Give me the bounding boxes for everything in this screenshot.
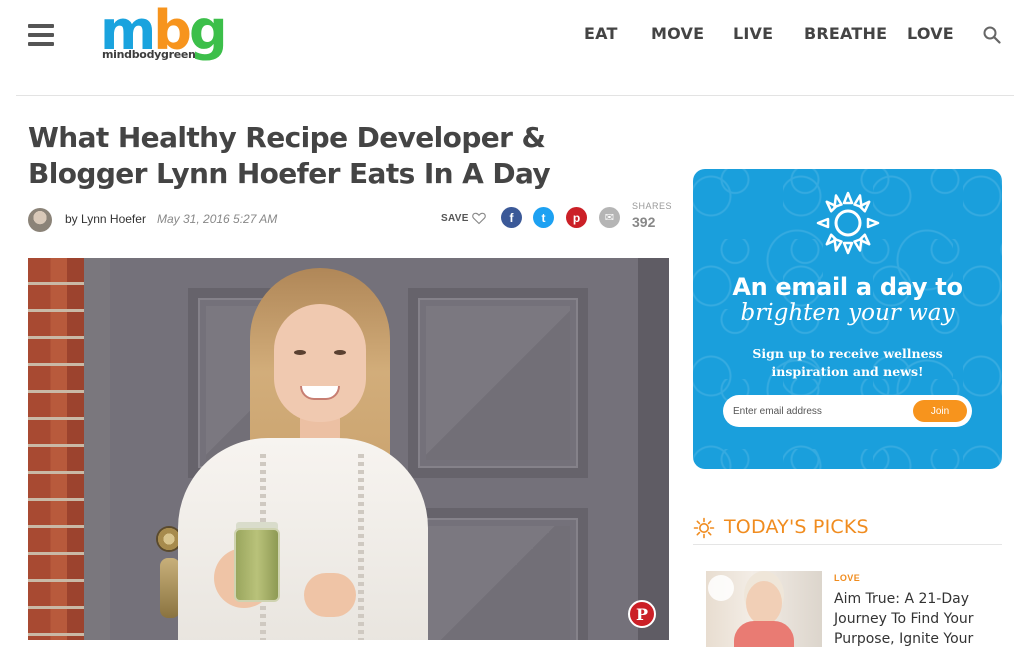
site-header: mbg mindbodygreen EAT MOVE LIVE BREATHE … xyxy=(0,0,1024,96)
article-byline: by Lynn Hoefer May 31, 2016 5:27 AM SAVE… xyxy=(28,201,672,236)
play-icon xyxy=(708,575,734,601)
pinterest-icon: P xyxy=(635,604,649,624)
newsletter-headline: An email a day to xyxy=(732,273,963,301)
search-icon[interactable] xyxy=(983,26,1001,44)
newsletter-copy: Sign up to receive wellness inspiration … xyxy=(752,346,943,379)
twitter-icon: t xyxy=(541,210,546,225)
hamburger-menu-icon[interactable] xyxy=(28,24,54,46)
newsletter-signup-card: An email a day to brighten your way Sign… xyxy=(693,169,1002,469)
todays-picks-title: TODAY'S PICKS xyxy=(724,516,869,538)
thumb-person-body xyxy=(734,621,794,647)
site-logo[interactable]: mbg mindbodygreen xyxy=(100,4,228,64)
header-divider xyxy=(16,95,1014,96)
pick-card[interactable]: LOVE Aim True: A 21-Day Journey To Find … xyxy=(706,571,1002,647)
door-panel xyxy=(408,508,588,640)
email-icon: ✉ xyxy=(604,212,615,224)
sun-outline-icon xyxy=(693,517,715,539)
nav-item-live[interactable]: LIVE xyxy=(733,24,773,43)
pick-thumbnail xyxy=(706,571,822,647)
email-share-button[interactable]: ✉ xyxy=(599,207,620,228)
lock-plate xyxy=(160,558,180,618)
door-panel xyxy=(408,288,588,478)
person-hand xyxy=(304,573,356,617)
newsletter-form: Join xyxy=(723,395,972,427)
pinterest-icon: p xyxy=(572,210,581,225)
author-avatar[interactable] xyxy=(28,208,52,232)
blouse-lace xyxy=(358,454,364,640)
nav-item-move[interactable]: MOVE xyxy=(651,24,704,43)
shares-label: SHARES xyxy=(632,201,673,211)
nav-item-eat[interactable]: EAT xyxy=(584,24,618,43)
person-eye xyxy=(334,350,346,355)
pinterest-share-button[interactable]: p xyxy=(566,207,587,228)
todays-picks-header: TODAY'S PICKS xyxy=(693,515,1002,545)
person-face xyxy=(274,304,366,422)
twitter-share-button[interactable]: t xyxy=(533,207,554,228)
person-blouse xyxy=(178,438,428,640)
email-input[interactable] xyxy=(733,401,893,421)
sun-icon xyxy=(816,191,880,255)
thumb-person-head xyxy=(746,581,782,625)
post-date: May 31, 2016 5:27 AM xyxy=(157,212,278,226)
newsletter-subhead: brighten your way xyxy=(740,300,955,326)
article-title: What Healthy Recipe Developer & Blogger … xyxy=(28,121,551,190)
door-frame xyxy=(84,258,110,640)
door-edge xyxy=(638,258,669,640)
join-button[interactable]: Join xyxy=(913,400,967,422)
pin-it-button[interactable]: P xyxy=(628,600,656,628)
brick-wall xyxy=(28,258,84,640)
nav-item-love[interactable]: LOVE xyxy=(907,24,954,43)
article-hero-image: P xyxy=(28,258,669,640)
person-eye xyxy=(294,350,306,355)
pick-category[interactable]: LOVE xyxy=(834,573,860,583)
nav-item-breathe[interactable]: BREATHE xyxy=(804,24,887,43)
logo-subtext: mindbodygreen xyxy=(102,48,196,61)
green-smoothie-jar xyxy=(234,528,280,602)
shares-count: 392 xyxy=(632,214,656,230)
author-name[interactable]: by Lynn Hoefer xyxy=(65,212,146,226)
facebook-share-button[interactable]: f xyxy=(501,207,522,228)
pick-title[interactable]: Aim True: A 21-Day Journey To Find Your … xyxy=(834,589,994,647)
save-button[interactable]: SAVE xyxy=(441,213,469,224)
heart-icon[interactable] xyxy=(472,211,486,225)
facebook-icon: f xyxy=(509,210,514,225)
